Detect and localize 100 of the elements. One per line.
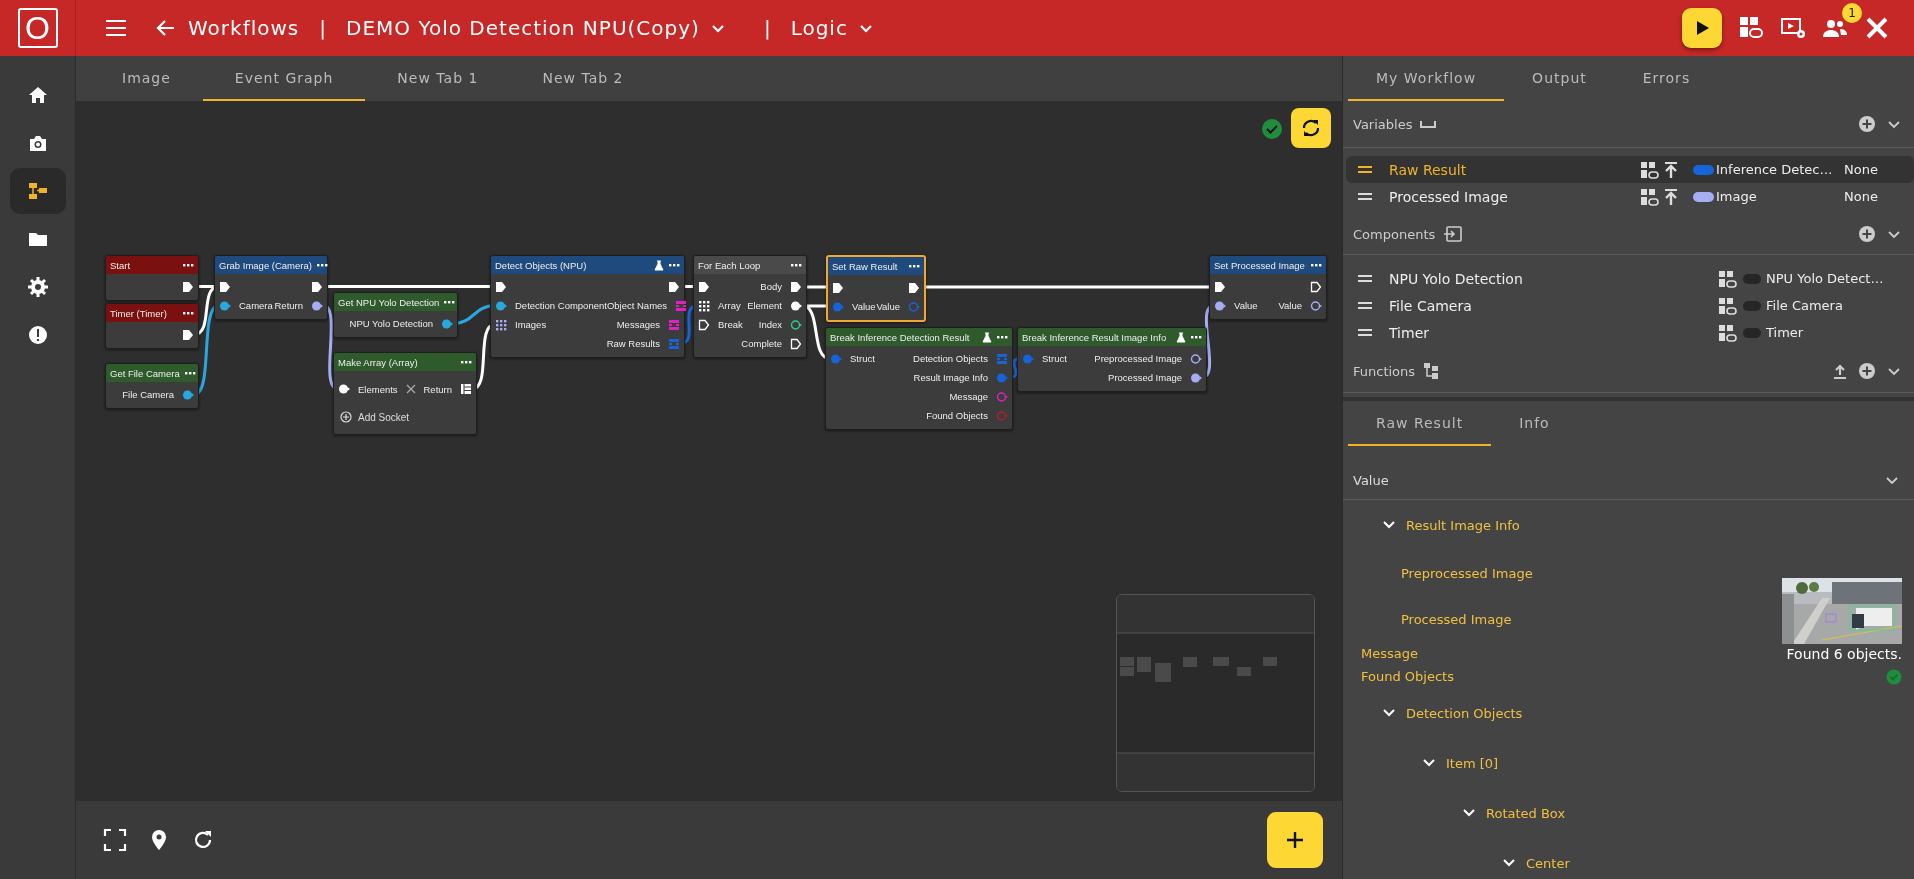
pin-label: Return (274, 300, 303, 311)
panel-tab[interactable]: My Workflow (1348, 56, 1505, 101)
component-type: File Camera (1765, 298, 1844, 313)
graph-node[interactable]: Start (105, 255, 199, 301)
component-type: Timer (1765, 325, 1805, 340)
node-title: Break Inference Detection Result (830, 331, 971, 343)
mode-dropdown[interactable]: Logic (790, 16, 876, 40)
pin-label: File Camera (122, 389, 174, 400)
variable-row[interactable]: Processed Image Image None (1346, 183, 1914, 210)
pin-label: Object Names (606, 300, 668, 311)
graph-tab[interactable]: Image (90, 56, 203, 101)
node-title: For Each Loop (698, 259, 762, 271)
node-title: Detect Objects (NPU) (495, 259, 588, 271)
panel-tab[interactable]: Errors (1614, 56, 1719, 101)
pin-label: NPU Yolo Detection (349, 318, 433, 329)
pin-label: Value (876, 301, 900, 312)
pin-label: Images (515, 319, 547, 330)
graph-node[interactable]: Make Array (Array) Elements Return Add Socket (333, 352, 477, 435)
section-title: Components (1353, 226, 1436, 242)
pin-label: Array (718, 300, 741, 311)
pin-label: Struct (850, 353, 875, 364)
tree-label: Detection Objects (1406, 705, 1523, 721)
variable-name: Processed Image (1388, 188, 1509, 205)
variable-row[interactable]: Raw Result Inference Detec… None (1346, 156, 1914, 183)
pin-label: Body (760, 281, 782, 292)
panel-tab[interactable]: Raw Result (1348, 401, 1492, 446)
graph-node[interactable]: Timer (Timer) (105, 303, 199, 349)
panel-tab[interactable]: Info (1491, 401, 1578, 446)
graph-node[interactable]: Set Raw Result ValueValue (826, 255, 926, 322)
node-title: Set Raw Result (832, 260, 899, 272)
panel-tab[interactable]: Output (1504, 56, 1615, 101)
tree-label: Found Objects (1361, 669, 1454, 684)
graph-node[interactable]: For Each Loop Body Array Element Break Index Complete (693, 255, 807, 358)
component-name: File Camera (1388, 297, 1473, 314)
graph-node[interactable]: Set Processed Image Value Value (1209, 255, 1327, 320)
pin-label: Return (423, 383, 452, 395)
variable-value: None (1844, 189, 1879, 204)
add-socket-button[interactable]: Add Socket (338, 404, 412, 430)
pin-label: Camera (239, 300, 273, 311)
component-row[interactable]: File Camera File Camera (1346, 292, 1914, 319)
graph-node[interactable]: Break Inference Result Image Info Struct Preprocessed Image Processed Image (1017, 327, 1207, 392)
pin-label: Result Image Info (913, 372, 988, 383)
graph-node[interactable]: Get NPU Yolo Detection NPU Yolo Detection (333, 292, 458, 338)
tree-label: Message (1361, 646, 1418, 661)
node-title: Grab Image (Camera) (219, 259, 312, 271)
node-title: Make Array (Array) (338, 356, 419, 368)
variable-type: Inference Detec… (1715, 162, 1834, 177)
graph-tab[interactable]: New Tab 1 (365, 56, 511, 101)
node-title: Get NPU Yolo Detection (338, 296, 440, 308)
pin-label: Message (949, 391, 988, 402)
pin-label: Struct (1042, 353, 1067, 364)
pin-label: Preprocessed Image (1094, 353, 1182, 364)
variable-value: None (1844, 162, 1879, 177)
tree-label: Processed Image (1401, 611, 1512, 627)
workflow-dropdown[interactable]: DEMO Yolo Detection NPU(Copy) (346, 16, 728, 40)
pin-label: Found Objects (926, 410, 988, 421)
pin-label: Raw Results (606, 338, 660, 349)
tree-label: Result Image Info (1406, 517, 1520, 533)
graph-node[interactable]: Break Inference Detection Result Struct Detection Objects Result Image Info Message Found Objects (825, 327, 1013, 430)
tree-label: Rotated Box (1486, 805, 1566, 821)
value-label: Value (1353, 472, 1389, 488)
pin-label: Detection Objects (913, 353, 988, 364)
graph-node[interactable]: Grab Image (Camera) Camera Return (214, 255, 328, 320)
node-title: Start (110, 259, 132, 271)
node-title: Get File Camera (110, 367, 180, 379)
component-name: NPU Yolo Detection (1388, 270, 1524, 287)
pin-label: Detection Component (515, 300, 607, 311)
section-title: Functions (1353, 363, 1416, 379)
pin-label: Complete (741, 338, 782, 349)
component-row[interactable]: NPU Yolo Detection NPU Yolo Detect… (1346, 265, 1914, 292)
message-value: Found 6 objects. (1786, 645, 1902, 662)
separator: | (763, 16, 771, 40)
component-type: NPU Yolo Detect… (1765, 271, 1885, 286)
section-title: Variables (1353, 116, 1413, 132)
pin-label: Break (718, 319, 743, 330)
logo[interactable]: O (17, 8, 58, 48)
variable-type: Image (1715, 189, 1758, 204)
tree-label: Item [0] (1446, 755, 1499, 771)
tree-label: Center (1526, 855, 1570, 871)
pin-label: Messages (616, 319, 660, 330)
graph-node[interactable]: Get File Camera File Camera (105, 363, 199, 409)
graph-node[interactable]: Detect Objects (NPU) Detection ComponentObject Names Images Messages Raw Results (490, 255, 685, 358)
pin-label: Elements (358, 383, 398, 395)
tree-label: Preprocessed Image (1401, 565, 1533, 581)
node-title: Break Inference Result Image Info (1022, 331, 1168, 343)
pin-label: Value (1234, 300, 1258, 311)
node-title: Timer (Timer) (110, 307, 168, 319)
node-title: Set Processed Image (1214, 259, 1306, 271)
pin-label: Value (1278, 300, 1302, 311)
variable-name: Raw Result (1388, 161, 1468, 178)
pin-label: Processed Image (1108, 372, 1182, 383)
notification-badge: 1 (1842, 3, 1862, 23)
separator: | (319, 16, 326, 40)
component-row[interactable]: Timer Timer (1346, 319, 1914, 346)
graph-tab[interactable]: New Tab 2 (510, 56, 656, 101)
back-link[interactable]: Workflows (154, 16, 300, 40)
pin-label: Index (758, 319, 782, 330)
pin-label: Element (747, 300, 782, 311)
component-name: Timer (1388, 324, 1431, 341)
pin-label: Value (852, 301, 876, 312)
